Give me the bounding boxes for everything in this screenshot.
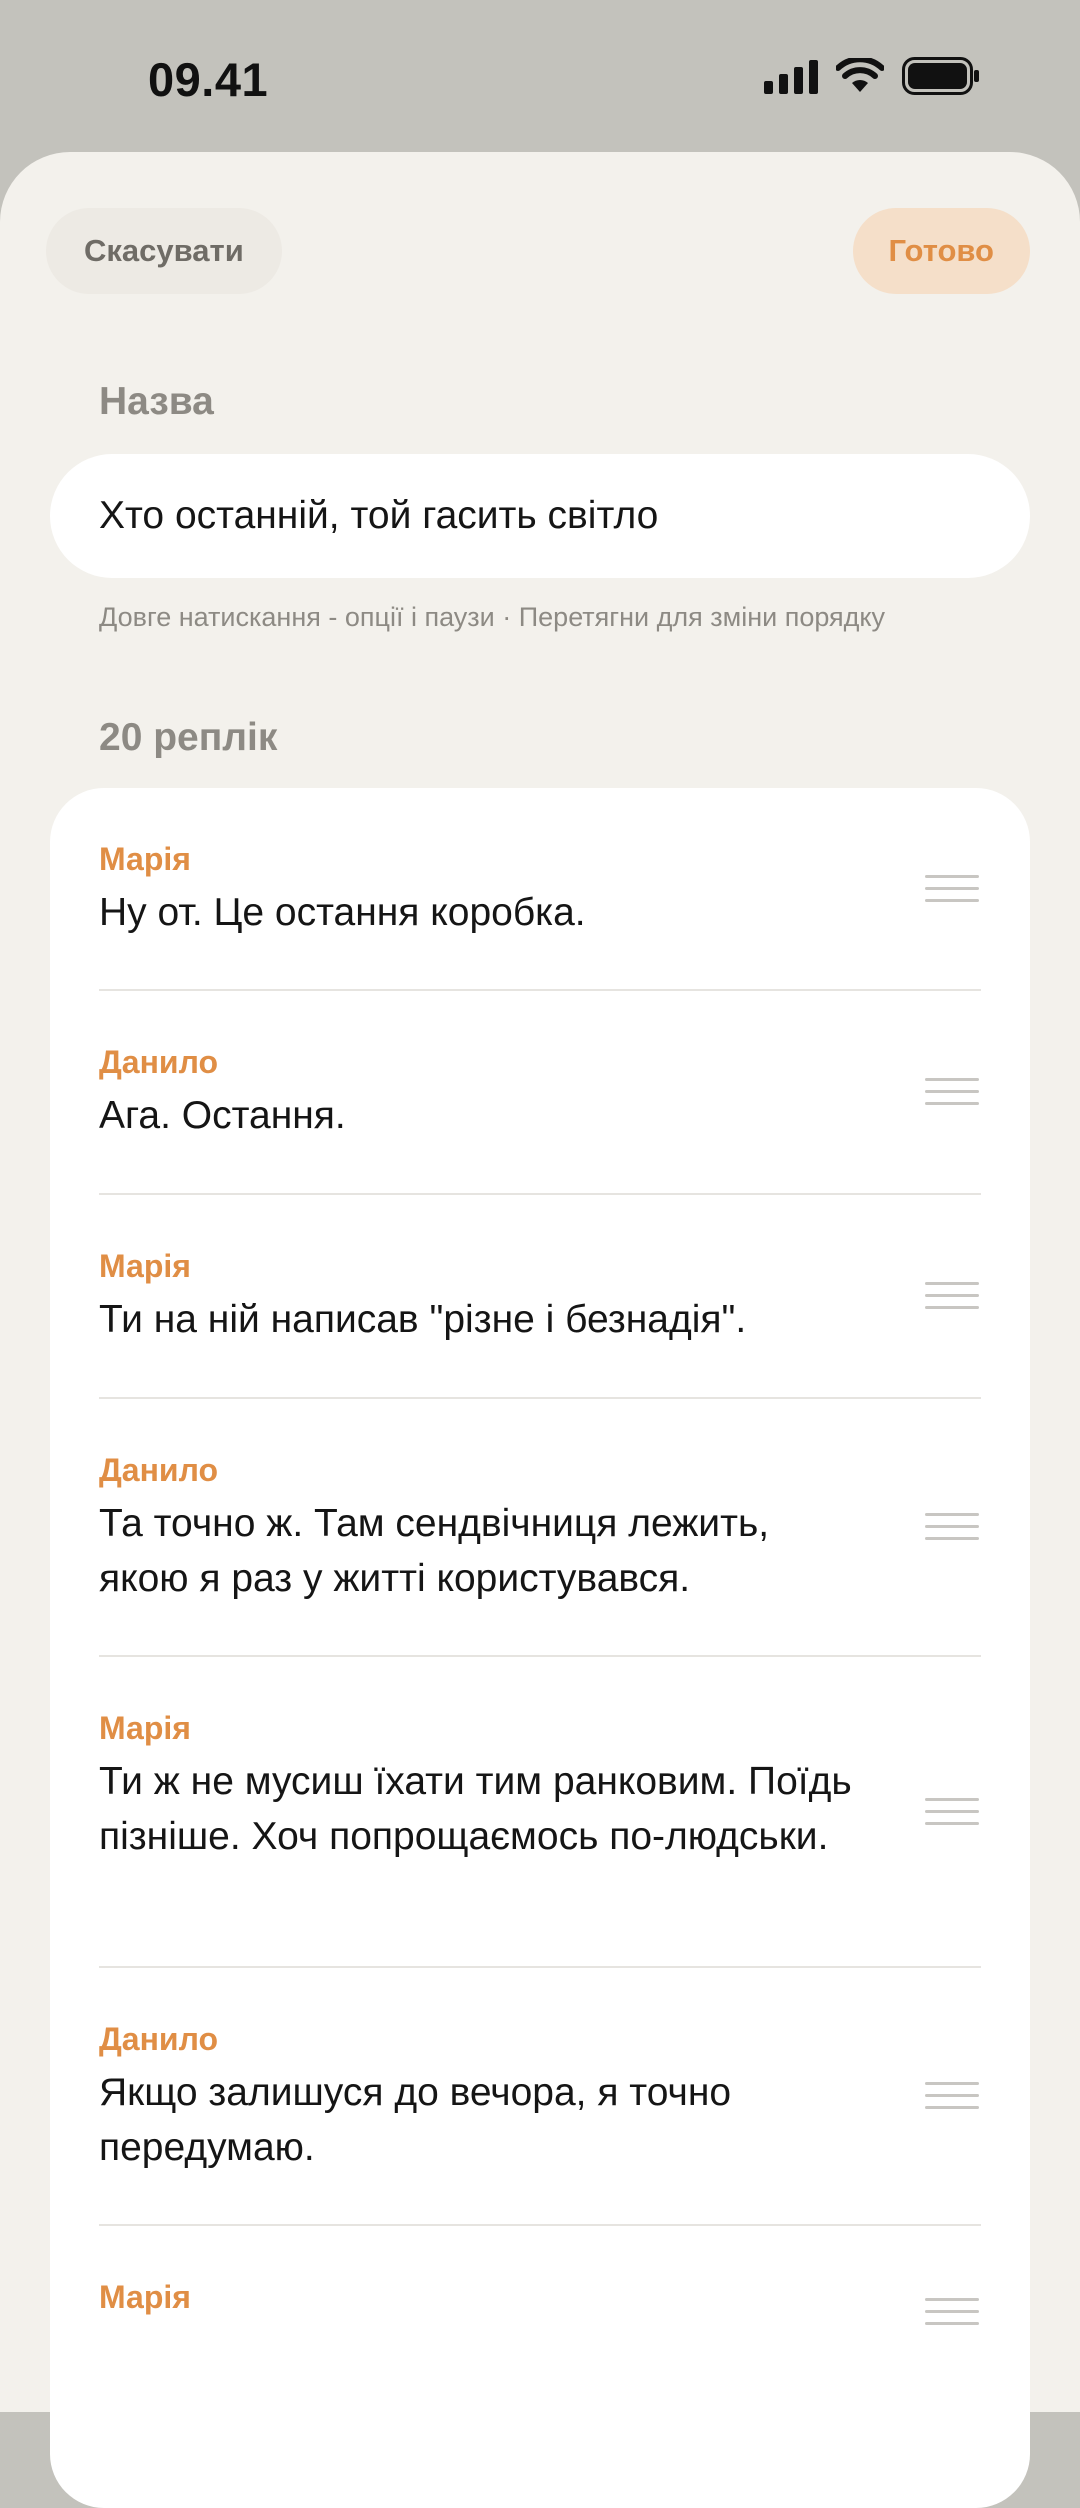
status-time: 09.41 (148, 53, 269, 106)
cancel-button[interactable]: Скасувати (46, 208, 282, 294)
lines-count-label: 20 реплік (99, 716, 278, 759)
list-item[interactable]: Данило Якщо залишуся до вечора, я точно … (99, 1968, 981, 2226)
line-text: Ага. Остання. (99, 1094, 346, 1137)
speaker-name: Данило (99, 1044, 219, 1080)
speaker-name: Марія (99, 841, 191, 877)
speaker-name: Марія (99, 1710, 191, 1746)
line-text: Ти ж не мусиш їхати тим ранковим. Поїдь … (99, 1760, 852, 1858)
drag-handle-icon[interactable] (925, 1282, 979, 1310)
list-item[interactable]: Марія Ти ж не мусиш їхати тим ранковим. … (99, 1657, 981, 1968)
title-label: Назва (99, 380, 214, 423)
drag-handle-icon[interactable] (925, 1797, 979, 1826)
title-input[interactable]: Хто останній, той гасить світло (50, 454, 1030, 578)
speaker-name: Марія (99, 2279, 191, 2315)
status-icons (764, 57, 980, 95)
drag-handle-icon[interactable] (925, 2298, 979, 2326)
drag-handle-icon[interactable] (925, 2082, 979, 2110)
speaker-name: Данило (99, 1452, 219, 1488)
list-item[interactable]: Марія Ти на ній написав "різне і безнаді… (99, 1195, 981, 1399)
drag-handle-icon[interactable] (925, 1513, 979, 1541)
speaker-name: Данило (99, 2021, 219, 2057)
status-bar: 09.41 (0, 0, 1080, 150)
done-button[interactable]: Готово (852, 208, 1030, 294)
battery-icon (902, 57, 980, 95)
speaker-name: Марія (99, 1248, 191, 1284)
line-text: Якщо залишуся до вечора, я точно передум… (99, 2071, 732, 2169)
lines-list: Марія Ну от. Це остання коробка. Данило … (50, 788, 1030, 2508)
cellular-signal-icon (764, 58, 818, 94)
drag-handle-icon[interactable] (925, 874, 979, 903)
line-text: Та точно ж. Там сендвічниця лежить, якою… (99, 1502, 770, 1600)
hint-text: Довге натискання - опції і паузи · Перет… (99, 602, 886, 632)
list-item[interactable]: Марія (99, 2226, 981, 2426)
list-item[interactable]: Данило Та точно ж. Там сендвічниця лежит… (99, 1399, 981, 1657)
wifi-icon (836, 58, 884, 94)
line-text: Ти на ній написав "різне і безнадія". (99, 1298, 747, 1341)
list-item[interactable]: Марія Ну от. Це остання коробка. (99, 788, 981, 991)
drag-handle-icon[interactable] (925, 1078, 979, 1106)
line-text: Ну от. Це остання коробка. (99, 891, 586, 934)
list-item[interactable]: Данило Ага. Остання. (99, 991, 981, 1195)
edit-sheet: Скасувати Готово Назва Хто останній, той… (0, 152, 1080, 2508)
